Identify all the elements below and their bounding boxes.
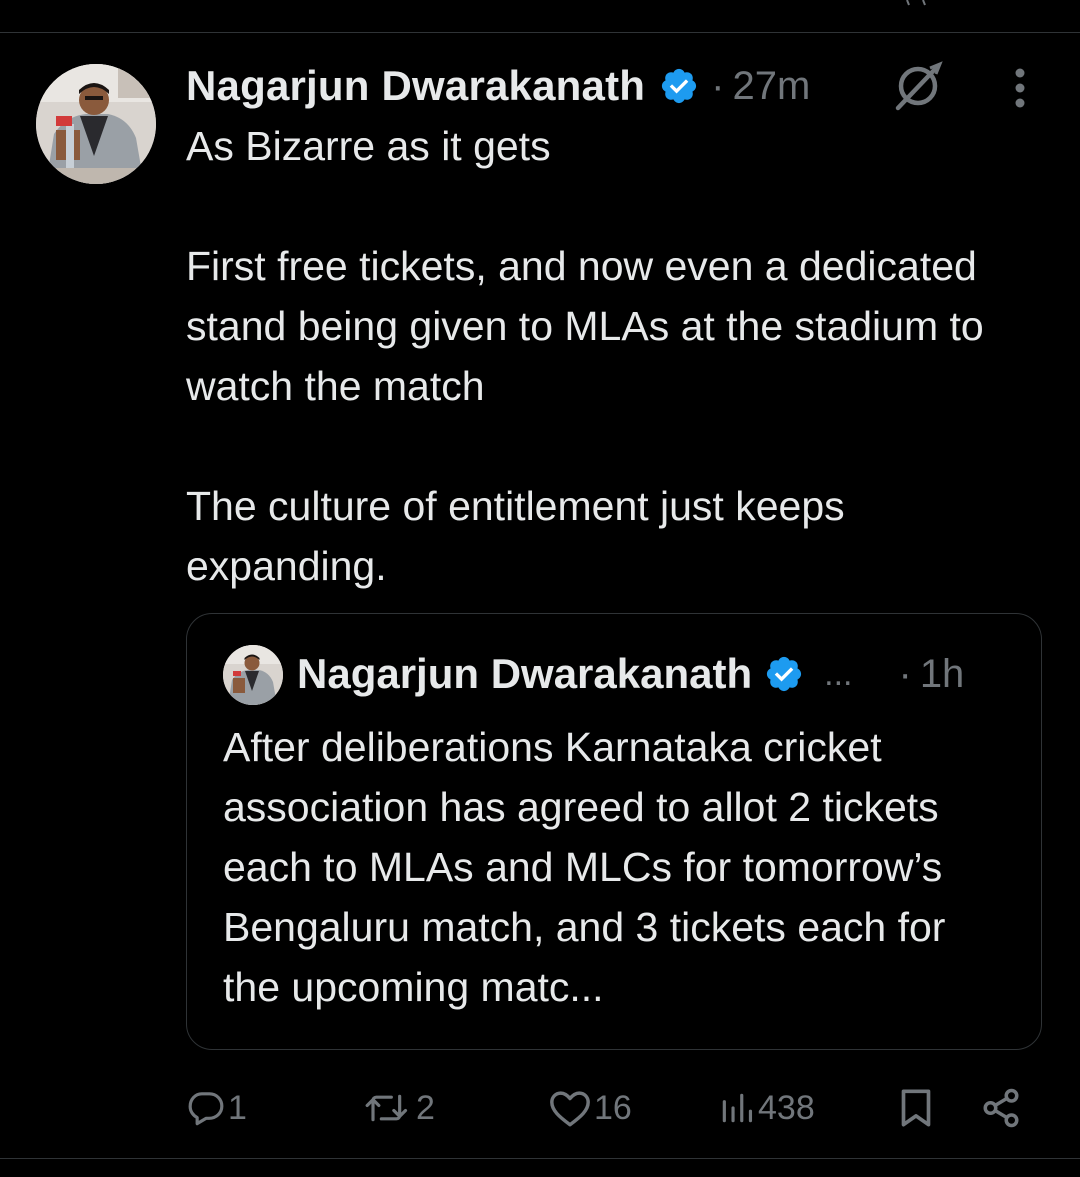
verified-badge-icon[interactable] (659, 66, 699, 106)
reply-button[interactable]: 1 (186, 1080, 247, 1136)
separator-dot: · (898, 651, 912, 696)
more-vertical-icon[interactable] (1004, 66, 1036, 110)
repost-icon (365, 1094, 408, 1122)
like-button[interactable]: 16 (548, 1080, 632, 1136)
bookmark-button[interactable] (896, 1080, 936, 1136)
tweet-text-line: The culture of entitlement just keeps ex… (186, 483, 845, 589)
quoted-handle-truncated: ... (824, 654, 853, 693)
tweet-text-line: First free tickets, and now even a dedic… (186, 243, 984, 409)
heart-icon (550, 1091, 590, 1127)
bookmark-icon (901, 1089, 931, 1127)
views-count: 438 (758, 1088, 815, 1127)
quoted-tweet-header: Nagarjun Dwarakanath ... · 1h (297, 646, 964, 702)
author-avatar[interactable] (36, 64, 156, 184)
tweet-text: As Bizarre as it gets First free tickets… (186, 116, 1046, 596)
tweet-actions: 1 2 16 438 (186, 1080, 1036, 1136)
top-divider (0, 32, 1080, 33)
bottom-divider (0, 1158, 1080, 1159)
quoted-tweet-card[interactable]: Nagarjun Dwarakanath ... · 1h After deli… (186, 613, 1042, 1050)
repost-count: 2 (416, 1088, 435, 1127)
partial-icon-top (906, 0, 926, 6)
tweet-timestamp[interactable]: 27m (732, 64, 810, 109)
quoted-author-name: Nagarjun Dwarakanath (297, 650, 753, 697)
tweet-header: Nagarjun Dwarakanath · 27m (186, 58, 810, 114)
reply-count: 1 (228, 1088, 247, 1127)
separator-dot: · (711, 63, 725, 108)
share-icon (983, 1088, 1019, 1128)
reply-icon (188, 1092, 224, 1126)
quoted-author-avatar (223, 645, 283, 705)
repost-button[interactable]: 2 (362, 1080, 435, 1136)
like-count: 16 (594, 1088, 632, 1127)
quoted-tweet-timestamp: 1h (919, 651, 965, 696)
verified-badge-icon (767, 656, 802, 692)
tweet-text-line: As Bizarre as it gets (186, 123, 551, 169)
author-name[interactable]: Nagarjun Dwarakanath (186, 62, 645, 110)
share-button[interactable] (980, 1080, 1022, 1136)
views-bar-icon (722, 1093, 753, 1123)
grok-icon[interactable] (890, 60, 946, 112)
quoted-tweet-text: After deliberations Karnataka cricket as… (223, 724, 946, 1010)
views-button[interactable]: 438 (718, 1080, 815, 1136)
